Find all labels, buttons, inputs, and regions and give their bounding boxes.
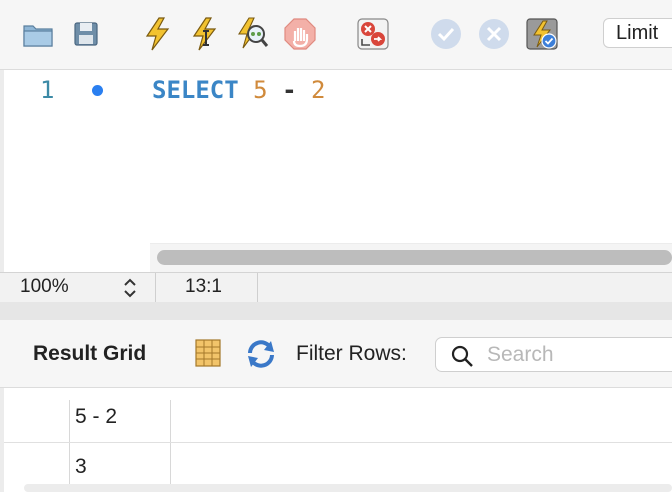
search-input[interactable] bbox=[487, 341, 667, 369]
editor-scroll-thumb[interactable] bbox=[157, 250, 672, 265]
result-grid bbox=[0, 388, 672, 492]
cursor-position: 13:1 bbox=[185, 276, 222, 297]
refresh-button[interactable] bbox=[244, 339, 278, 369]
grid-columns-icon bbox=[195, 339, 221, 367]
status-separator bbox=[257, 273, 258, 302]
commit-button[interactable] bbox=[429, 17, 463, 51]
grid-left-border bbox=[0, 388, 4, 492]
autocommit-button[interactable] bbox=[525, 17, 559, 51]
grid-layout-button[interactable] bbox=[194, 338, 222, 368]
grid-column-border bbox=[170, 400, 171, 492]
editor-status-bar bbox=[0, 272, 672, 303]
zoom-level[interactable]: 100% bbox=[20, 276, 69, 298]
sql-operator: - bbox=[282, 76, 297, 104]
open-folder-button[interactable] bbox=[21, 17, 55, 51]
result-grid-tab[interactable]: Result Grid bbox=[33, 342, 146, 366]
statement-marker-icon bbox=[92, 85, 103, 96]
grid-horizontal-scrollbar[interactable] bbox=[24, 484, 672, 492]
line-number: 1 bbox=[40, 76, 55, 104]
stop-on-error-button[interactable] bbox=[356, 17, 390, 51]
status-separator bbox=[155, 273, 156, 302]
sql-keyword: SELECT bbox=[152, 76, 239, 104]
grid-cell[interactable]: 3 bbox=[75, 455, 87, 479]
search-icon bbox=[450, 344, 474, 368]
sql-number: 2 bbox=[310, 76, 326, 104]
stop-icon bbox=[284, 18, 316, 50]
grid-row-header-border bbox=[69, 400, 70, 492]
execute-all-button[interactable] bbox=[140, 17, 174, 51]
panel-splitter[interactable] bbox=[0, 302, 672, 320]
grid-header-border bbox=[4, 442, 672, 443]
sql-number: 5 bbox=[253, 76, 268, 104]
autocommit-icon bbox=[526, 18, 558, 50]
explain-query-icon bbox=[238, 17, 269, 49]
execute-current-button[interactable] bbox=[187, 17, 221, 51]
execute-current-icon bbox=[192, 17, 217, 51]
zoom-stepper-icon[interactable] bbox=[122, 276, 138, 300]
line-number-gutter bbox=[4, 70, 150, 272]
rollback-icon bbox=[479, 19, 509, 49]
rollback-button[interactable] bbox=[477, 17, 511, 51]
filter-rows-label: Filter Rows: bbox=[296, 342, 407, 365]
execute-all-icon bbox=[145, 17, 170, 51]
refresh-icon bbox=[248, 340, 274, 368]
save-button[interactable] bbox=[69, 17, 103, 51]
commit-icon bbox=[431, 19, 461, 49]
column-header[interactable]: 5 - 2 bbox=[75, 405, 117, 429]
open-folder-icon bbox=[23, 25, 53, 47]
stop-button[interactable] bbox=[283, 17, 317, 51]
explain-query-button[interactable] bbox=[235, 17, 269, 51]
save-icon bbox=[74, 22, 98, 46]
code-line[interactable]: SELECT 5 - 2 bbox=[152, 76, 325, 104]
limit-rows-select[interactable]: Limit bbox=[603, 18, 672, 48]
stop-on-error-icon bbox=[357, 18, 389, 50]
